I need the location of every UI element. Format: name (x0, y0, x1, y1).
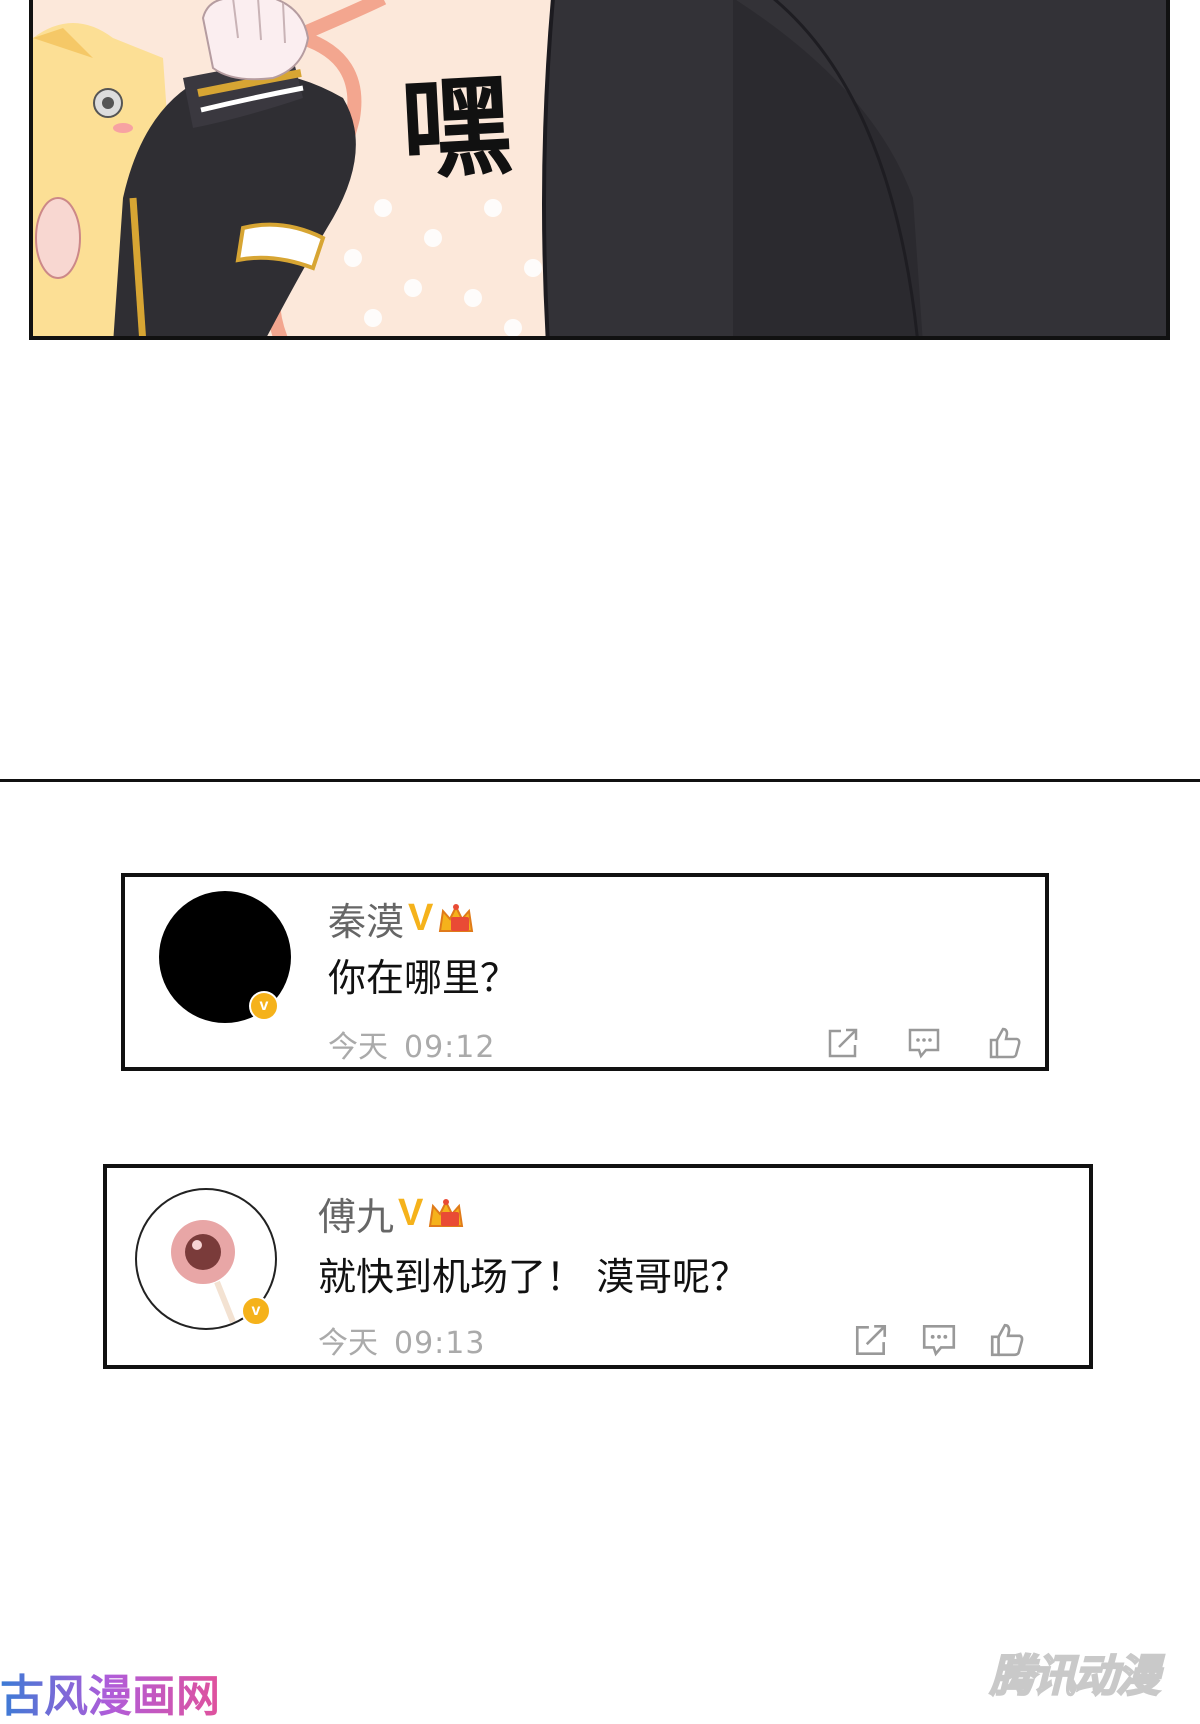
comment-icon[interactable] (906, 1025, 942, 1061)
comment-message: 就快到机场了！ 漠哥呢？ (318, 1255, 749, 1299)
comment-day: 今天 (318, 1326, 378, 1361)
like-icon[interactable] (987, 1025, 1023, 1061)
sound-effect-text: 嘿 (398, 61, 515, 195)
panel-illustration (33, 0, 1166, 336)
comment-time: 09:12 (404, 1030, 496, 1065)
comment-message: 你在哪里？ (328, 956, 519, 1000)
crown-icon (429, 1198, 464, 1227)
verified-v-icon: V (398, 1192, 424, 1234)
verified-badge-icon: v (249, 991, 279, 1021)
verified-badge-icon: v (241, 1296, 271, 1326)
share-icon[interactable] (852, 1321, 890, 1359)
comment-icon[interactable] (920, 1321, 958, 1359)
like-icon[interactable] (988, 1321, 1026, 1359)
crown-icon (439, 903, 474, 932)
watermark-left: 古风漫画网 (0, 1660, 220, 1724)
comment-card: v 秦漠 V 你在哪里？ 今天 09:12 (121, 873, 1049, 1071)
comment-meta: 今天 09:13 (318, 1318, 485, 1362)
comment-day: 今天 (328, 1030, 388, 1065)
comment-meta: 今天 09:12 (328, 1022, 495, 1066)
comment-actions (852, 1321, 1026, 1359)
username[interactable]: 秦漠 (328, 891, 404, 946)
watermark-right: 腾讯动漫 (989, 1650, 1161, 1703)
username[interactable]: 傅九 (318, 1186, 394, 1241)
manga-panel: 嘿 (29, 0, 1170, 340)
share-icon[interactable] (825, 1025, 861, 1061)
comment-card: v 傅九 V 就快到机场了！ 漠哥呢？ 今天 09:13 (103, 1164, 1093, 1369)
username-row: 傅九 V (318, 1186, 465, 1241)
comment-actions (825, 1025, 1023, 1061)
username-row: 秦漠 V (328, 891, 475, 946)
section-divider (0, 779, 1200, 782)
verified-v-icon: V (408, 897, 434, 939)
comment-time: 09:13 (394, 1326, 486, 1361)
